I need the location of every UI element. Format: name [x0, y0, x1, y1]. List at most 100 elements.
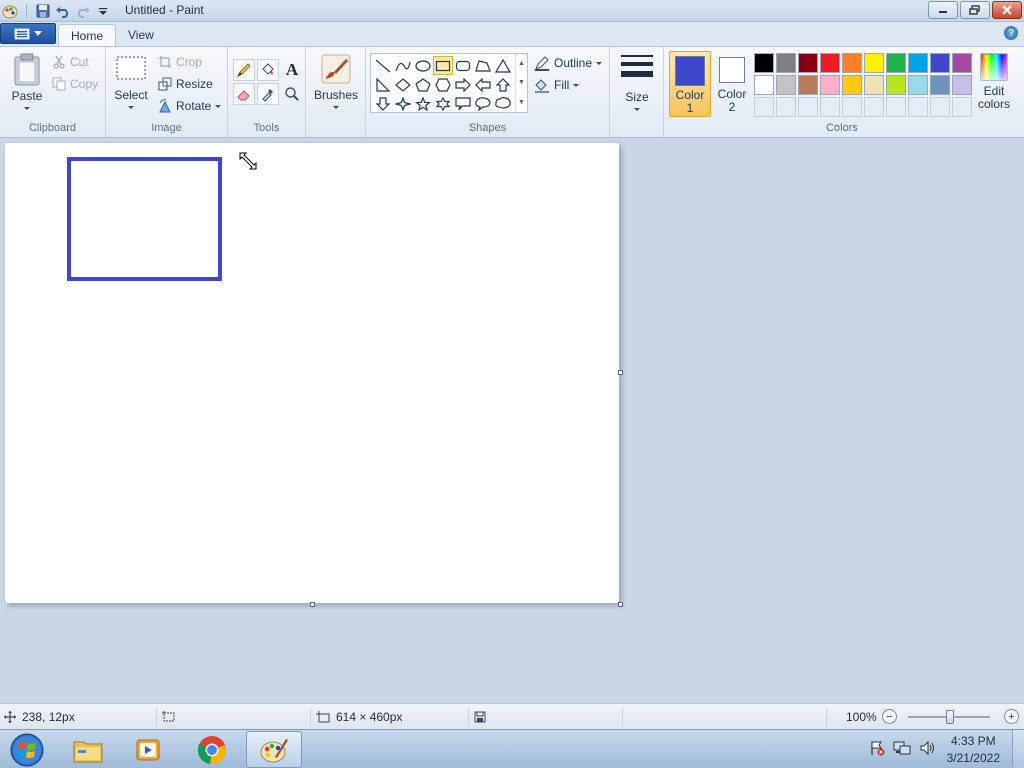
taskbar-clock[interactable]: 4:33 PM 3/21/2022	[947, 733, 1000, 767]
palette-swatch[interactable]	[842, 75, 862, 95]
custom-color-slot[interactable]	[908, 97, 928, 117]
volume-icon[interactable]	[919, 740, 937, 759]
shape-curve[interactable]	[393, 56, 413, 75]
shape-up-arrow[interactable]	[493, 75, 513, 94]
custom-color-slot[interactable]	[864, 97, 884, 117]
palette-swatch[interactable]	[886, 53, 906, 73]
custom-color-slot[interactable]	[754, 97, 774, 117]
shape-oval-callout[interactable]	[473, 94, 493, 113]
tab-view[interactable]: View	[116, 24, 166, 46]
shape-left-arrow[interactable]	[473, 75, 493, 94]
crop-button[interactable]: Crop	[158, 53, 202, 71]
palette-swatch[interactable]	[754, 75, 774, 95]
cut-button[interactable]: Cut	[52, 53, 89, 71]
magnifier-tool[interactable]	[281, 83, 303, 105]
custom-color-slot[interactable]	[886, 97, 906, 117]
palette-swatch[interactable]	[776, 75, 796, 95]
custom-color-slot[interactable]	[776, 97, 796, 117]
palette-swatch[interactable]	[864, 75, 884, 95]
paint-app-icon[interactable]	[2, 3, 18, 19]
custom-color-slot[interactable]	[798, 97, 818, 117]
taskbar-chrome[interactable]	[184, 731, 240, 768]
custom-color-slot[interactable]	[952, 97, 972, 117]
shape-cloud-callout[interactable]	[493, 94, 513, 113]
palette-swatch[interactable]	[908, 53, 928, 73]
palette-swatch[interactable]	[754, 53, 774, 73]
undo-icon[interactable]	[55, 3, 71, 19]
close-button[interactable]	[992, 1, 1022, 19]
taskbar-explorer[interactable]	[60, 731, 116, 768]
customize-qat-icon[interactable]	[95, 3, 111, 19]
start-button[interactable]	[4, 731, 50, 768]
zoom-slider[interactable]	[908, 710, 990, 724]
brushes-button[interactable]: Brushes	[314, 53, 358, 109]
canvas-workspace[interactable]	[0, 138, 1024, 703]
select-button[interactable]: Select	[114, 55, 148, 109]
save-icon[interactable]	[35, 3, 51, 19]
eraser-tool[interactable]	[233, 83, 255, 105]
shape-six-point-star[interactable]	[433, 94, 453, 113]
canvas-resize-handle-right[interactable]	[618, 370, 623, 375]
outline-button[interactable]: Outline	[534, 54, 603, 72]
scroll-up-icon[interactable]: ▲	[518, 60, 525, 67]
drawing-canvas[interactable]	[5, 143, 619, 603]
color2-button[interactable]: Color 2	[712, 51, 752, 117]
edit-colors-button[interactable]: Edit colors	[976, 53, 1012, 115]
size-button[interactable]: Size	[618, 53, 656, 111]
canvas-resize-handle-corner[interactable]	[618, 602, 623, 607]
palette-swatch[interactable]	[864, 53, 884, 73]
palette-swatch[interactable]	[886, 75, 906, 95]
color1-button[interactable]: Color 1	[669, 51, 711, 117]
resize-button[interactable]: Resize	[158, 75, 213, 93]
palette-swatch[interactable]	[776, 53, 796, 73]
shape-rounded-rectangle[interactable]	[453, 56, 473, 75]
copy-button[interactable]: Copy	[52, 75, 98, 93]
fill-button[interactable]: Fill	[534, 76, 580, 94]
shape-line[interactable]	[373, 56, 393, 75]
shape-oval[interactable]	[413, 56, 433, 75]
show-desktop-button[interactable]	[1012, 730, 1024, 768]
shape-polygon[interactable]	[473, 56, 493, 75]
action-center-flag-icon[interactable]	[869, 740, 885, 759]
paint-menu-button[interactable]	[0, 23, 56, 44]
shape-four-point-star[interactable]	[393, 94, 413, 113]
palette-swatch[interactable]	[798, 75, 818, 95]
rotate-button[interactable]: Rotate	[158, 97, 222, 115]
redo-icon[interactable]	[75, 3, 91, 19]
shape-pentagon[interactable]	[413, 75, 433, 94]
zoom-out-button[interactable]: −	[882, 709, 897, 724]
taskbar-media-player[interactable]	[120, 731, 176, 768]
custom-color-slot[interactable]	[930, 97, 950, 117]
palette-swatch[interactable]	[930, 53, 950, 73]
minimize-button[interactable]	[928, 1, 958, 19]
shape-rect-callout[interactable]	[453, 94, 473, 113]
paste-button[interactable]: Paste	[10, 53, 44, 110]
text-tool[interactable]: A	[281, 59, 303, 81]
palette-swatch[interactable]	[820, 75, 840, 95]
fill-tool[interactable]	[257, 59, 279, 81]
shape-triangle[interactable]	[493, 56, 513, 75]
palette-swatch[interactable]	[952, 53, 972, 73]
palette-swatch[interactable]	[930, 75, 950, 95]
drawn-rectangle[interactable]	[67, 157, 222, 281]
pencil-tool[interactable]	[233, 59, 255, 81]
shape-rectangle[interactable]	[433, 56, 453, 75]
palette-swatch[interactable]	[842, 53, 862, 73]
shape-down-arrow[interactable]	[373, 94, 393, 113]
shape-five-point-star[interactable]	[413, 94, 433, 113]
tab-home[interactable]: Home	[58, 24, 117, 46]
gallery-expand-icon[interactable]: ▼	[518, 99, 525, 106]
color-picker-tool[interactable]	[257, 83, 279, 105]
canvas-resize-handle-bottom[interactable]	[310, 602, 315, 607]
palette-swatch[interactable]	[798, 53, 818, 73]
shape-hexagon[interactable]	[433, 75, 453, 94]
scroll-down-icon[interactable]: ▼	[518, 79, 525, 86]
palette-swatch[interactable]	[952, 75, 972, 95]
shapes-scroll[interactable]: ▲ ▼ ▼	[515, 54, 527, 112]
shape-diamond[interactable]	[393, 75, 413, 94]
network-icon[interactable]	[893, 740, 911, 759]
palette-swatch[interactable]	[908, 75, 928, 95]
zoom-slider-thumb[interactable]	[946, 710, 954, 724]
shape-right-arrow[interactable]	[453, 75, 473, 94]
palette-swatch[interactable]	[820, 53, 840, 73]
